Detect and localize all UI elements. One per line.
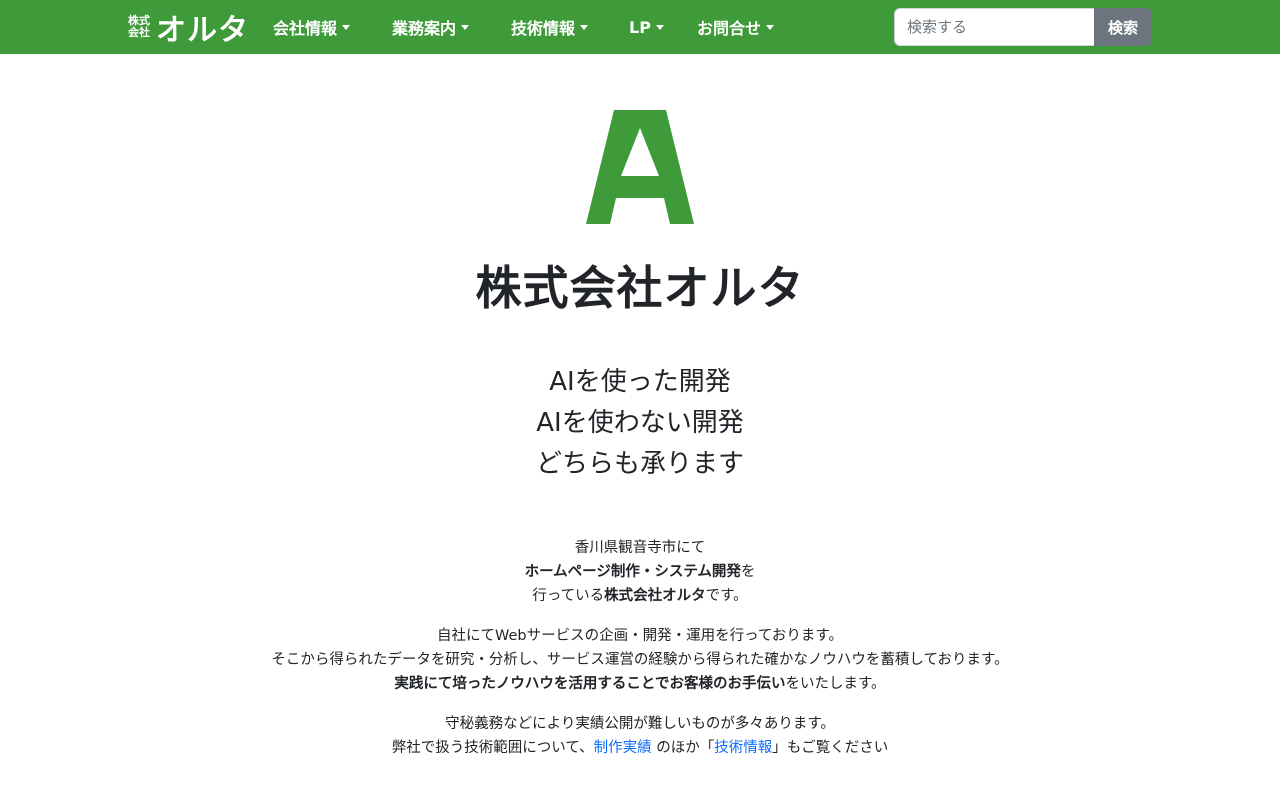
tagline-line: AIを使わない開発 <box>536 408 744 438</box>
intro-text: 守秘義務などにより実績公開が難しいものが多々あります。 <box>445 716 835 732</box>
intro-text: をいたします。 <box>785 676 886 692</box>
brand-name: オルタ <box>156 13 249 48</box>
intro-text: 」もご覧ください <box>772 740 889 756</box>
intro-text: 自社にてWebサービスの企画・開発・運用を行っております。 <box>436 628 843 644</box>
intro-line: ホームページ制作・システム開発を <box>0 560 1280 584</box>
intro-text: 香川県観音寺市にて <box>574 540 706 556</box>
nav-dropdown-contact[interactable]: お問合せ <box>697 14 775 40</box>
search-button[interactable]: 検索 <box>1094 8 1152 46</box>
intro-text: 行っている <box>532 588 605 604</box>
intro-bold: 実践にて培ったノウハウを活用することでお客様のお手伝い <box>394 676 786 692</box>
intro-section: 香川県観音寺市にて ホームページ制作・システム開発を 行っている株式会社オルタで… <box>0 536 1280 776</box>
intro-paragraph-2: 自社にてWebサービスの企画・開発・運用を行っております。 そこから得られたデー… <box>0 624 1280 696</box>
nav-label-services: 業務案内 <box>392 19 457 38</box>
caret-down-icon <box>461 24 470 30</box>
intro-line: 実践にて培ったノウハウを活用することでお客様のお手伝いをいたします。 <box>0 672 1280 696</box>
works-link[interactable]: 制作実績 <box>594 740 652 756</box>
nav-label-tech: 技術情報 <box>511 19 576 38</box>
brand-small-text: 株式 会社 <box>128 15 150 39</box>
intro-text: 弊社で扱う技術範囲について、 <box>391 740 594 756</box>
tagline-line: AIを使った開発 <box>549 367 731 397</box>
nav-dropdown-services[interactable]: 業務案内 <box>392 14 470 40</box>
nav-dropdown-company[interactable]: 会社情報 <box>273 14 351 40</box>
tagline-line: どちらも承ります <box>535 449 744 479</box>
caret-down-icon <box>580 24 589 30</box>
nav-label-company: 会社情報 <box>273 19 338 38</box>
nav-label-contact: お問合せ <box>697 19 762 38</box>
tech-info-link[interactable]: 技術情報 <box>714 740 772 756</box>
caret-down-icon <box>766 24 775 30</box>
tagline: AIを使った開発 AIを使わない開発 どちらも承ります <box>0 362 1280 485</box>
caret-down-icon <box>342 24 351 30</box>
intro-text: です。 <box>705 588 748 604</box>
intro-text: のほか「 <box>651 740 715 756</box>
company-logo-a-icon <box>586 110 694 224</box>
intro-bold: 株式会社オルタ <box>604 588 706 604</box>
intro-bold: ホームページ制作・システム開発 <box>524 564 741 580</box>
intro-line: 行っている株式会社オルタです。 <box>0 584 1280 608</box>
brand-logo[interactable]: 株式 会社 オルタ <box>128 8 249 48</box>
intro-text: そこから得られたデータを研究・分析し、サービス運営の経験から得られた確かなノウハ… <box>271 652 1009 668</box>
nav-dropdown-tech[interactable]: 技術情報 <box>511 14 589 40</box>
intro-text: を <box>740 564 756 580</box>
intro-paragraph-1: 香川県観音寺市にて ホームページ制作・システム開発を 行っている株式会社オルタで… <box>0 536 1280 608</box>
caret-down-icon <box>655 24 664 30</box>
brand-small-bottom: 会社 <box>128 26 150 39</box>
search-input[interactable] <box>894 8 1095 46</box>
intro-line: 弊社で扱う技術範囲について、制作実績 のほか「技術情報」もご覧ください <box>0 736 1280 760</box>
intro-paragraph-3: 守秘義務などにより実績公開が難しいものが多々あります。 弊社で扱う技術範囲につい… <box>0 712 1280 760</box>
nav-label-lp: LP <box>629 17 651 37</box>
nav-dropdown-lp[interactable]: LP <box>629 14 664 40</box>
top-navbar: 株式 会社 オルタ 会社情報 業務案内 技術情報 LP お問合せ 検索 <box>0 0 1280 54</box>
company-title: 株式会社オルタ <box>475 261 805 315</box>
